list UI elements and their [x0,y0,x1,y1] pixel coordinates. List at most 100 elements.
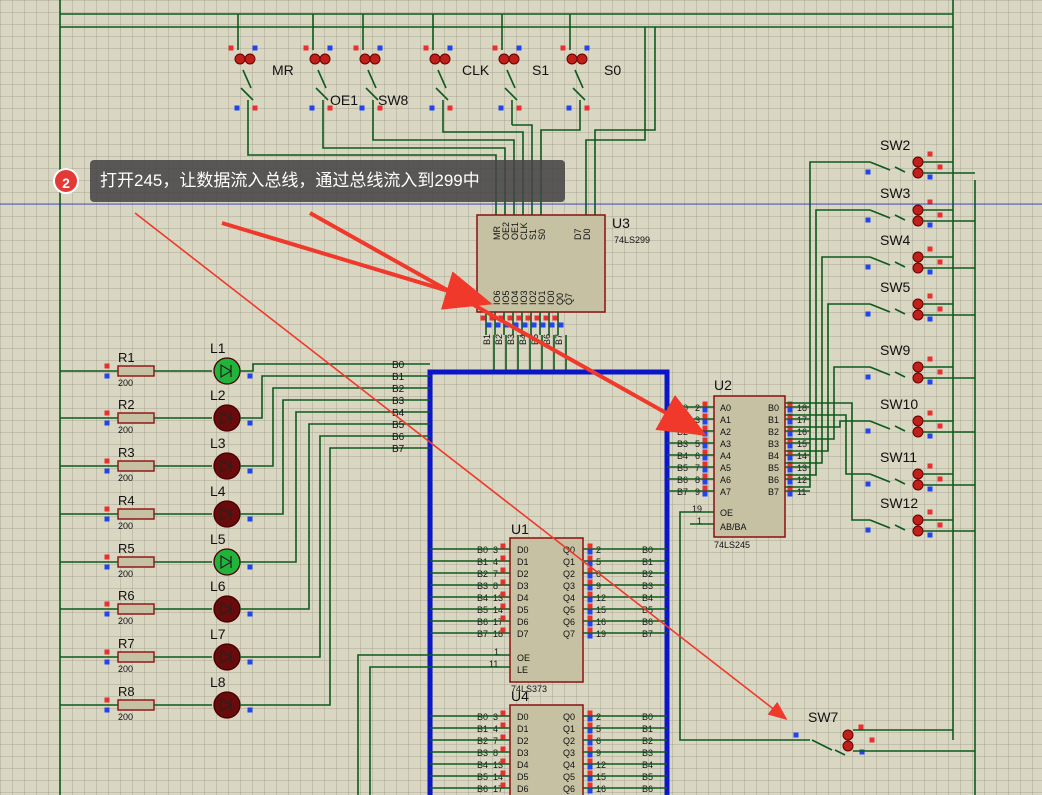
pin-marker [549,322,555,328]
u2-pin-a4: A4 [720,451,731,461]
pin-marker [495,322,501,328]
pin-marker [937,306,943,312]
bus-label: B0 [392,360,405,371]
u1-chip-pin-num: 9 [596,581,601,591]
resistor-ref: R8 [118,684,135,699]
pin-marker [587,579,593,585]
switch-lever [572,87,586,101]
pin-marker [104,410,110,416]
u2-pin-num: 12 [797,475,807,485]
u1-chip-bus-label: B1 [642,557,653,567]
u4-chip-pin-num: 15 [596,772,606,782]
switch-sw8[interactable] [359,53,381,65]
u2-pin-b4: B4 [768,451,779,461]
switch-lever [367,69,377,89]
u4-chip-pin-num: 12 [596,760,606,770]
pin-marker [702,449,708,455]
led-l6 [213,595,241,623]
u1-chip-pin-d0: D0 [517,545,529,555]
resistor-value: 200 [118,616,133,626]
switch-sw4[interactable] [912,251,924,274]
switch-label: SW4 [880,232,911,248]
pin-marker [937,423,943,429]
switch-lever [242,69,252,89]
pin-marker [702,485,708,491]
pin-marker [552,315,558,321]
switch-mr[interactable] [234,53,256,65]
pin-marker [587,782,593,788]
pin-marker [937,259,943,265]
u4-chip-bus-label: B3 [477,748,488,758]
resistor-value: 200 [118,712,133,722]
switch-lever [869,209,891,219]
pin-marker [558,322,564,328]
switch-clk[interactable] [429,53,451,65]
u4-chip-pin-d3: D3 [517,748,529,758]
pin-marker [447,105,453,111]
pin-marker [104,420,110,426]
switch-lever [811,739,833,751]
switch-lever [869,519,891,529]
switch-sw9[interactable] [912,361,924,384]
pin-marker [500,734,506,740]
u1-chip-pin-num: 2 [596,545,601,555]
u1-chip-bus-label: B3 [642,581,653,591]
u1-chip-pin-num: 5 [596,557,601,567]
pin-marker [927,316,933,322]
switch-lever [504,87,518,101]
u1-chip-bus-label: B2 [477,569,488,579]
pin-marker [927,293,933,299]
resistor-value: 200 [118,473,133,483]
switch-sw11[interactable] [912,468,924,491]
switch-s0[interactable] [566,53,588,65]
bus-label: B1 [392,372,405,383]
pin-marker [447,45,453,51]
u2-pin-a0: A0 [720,403,731,413]
switch-s1[interactable] [498,53,520,65]
u4-chip-bus-label: B0 [642,712,653,722]
u2-pin-b3: B3 [768,439,779,449]
led-ref: L2 [210,387,226,403]
pin-marker [587,543,593,549]
u4-chip-pin-d2: D2 [517,736,529,746]
step-badge: 2 [53,168,79,194]
switch-sw3[interactable] [912,204,924,227]
u2-pin-b2: B2 [768,427,779,437]
pin-marker [534,315,540,321]
pin-marker [516,105,522,111]
switch-sw2[interactable] [912,156,924,179]
pin-marker [587,788,593,794]
pin-marker [587,722,593,728]
switch-sw10[interactable] [912,415,924,438]
u4-chip-pin-num: 8 [493,748,498,758]
pin-marker [104,601,110,607]
pin-marker [787,479,793,485]
pin-marker [104,611,110,617]
pin-marker [587,585,593,591]
u2-pin-num: 17 [797,415,807,425]
switch-lever [574,69,584,89]
u4-chip-pin-q3: Q3 [563,748,575,758]
switch-sw5[interactable] [912,298,924,321]
switch-lever [317,69,327,89]
pin-marker [359,105,365,111]
switch-sw12[interactable] [912,514,924,537]
switch-oe1[interactable] [309,53,331,65]
u4-chip-ref: U4 [511,688,529,704]
pin-marker [104,373,110,379]
u4-chip-pin-q4: Q4 [563,760,575,770]
pin-marker [865,374,871,380]
switch-sw7[interactable] [842,729,854,752]
u1-pin-oe: OE [517,653,530,663]
switch-lever [894,166,906,173]
pin-marker [587,555,593,561]
pin-marker [702,431,708,437]
u2-pin-num: 3 [695,415,700,425]
pin-marker [498,105,504,111]
resistor-value: 200 [118,569,133,579]
pin-marker [927,174,933,180]
pin-marker [486,322,492,328]
pin-marker [309,105,315,111]
pin-marker [104,554,110,560]
led-ref: L6 [210,578,226,594]
